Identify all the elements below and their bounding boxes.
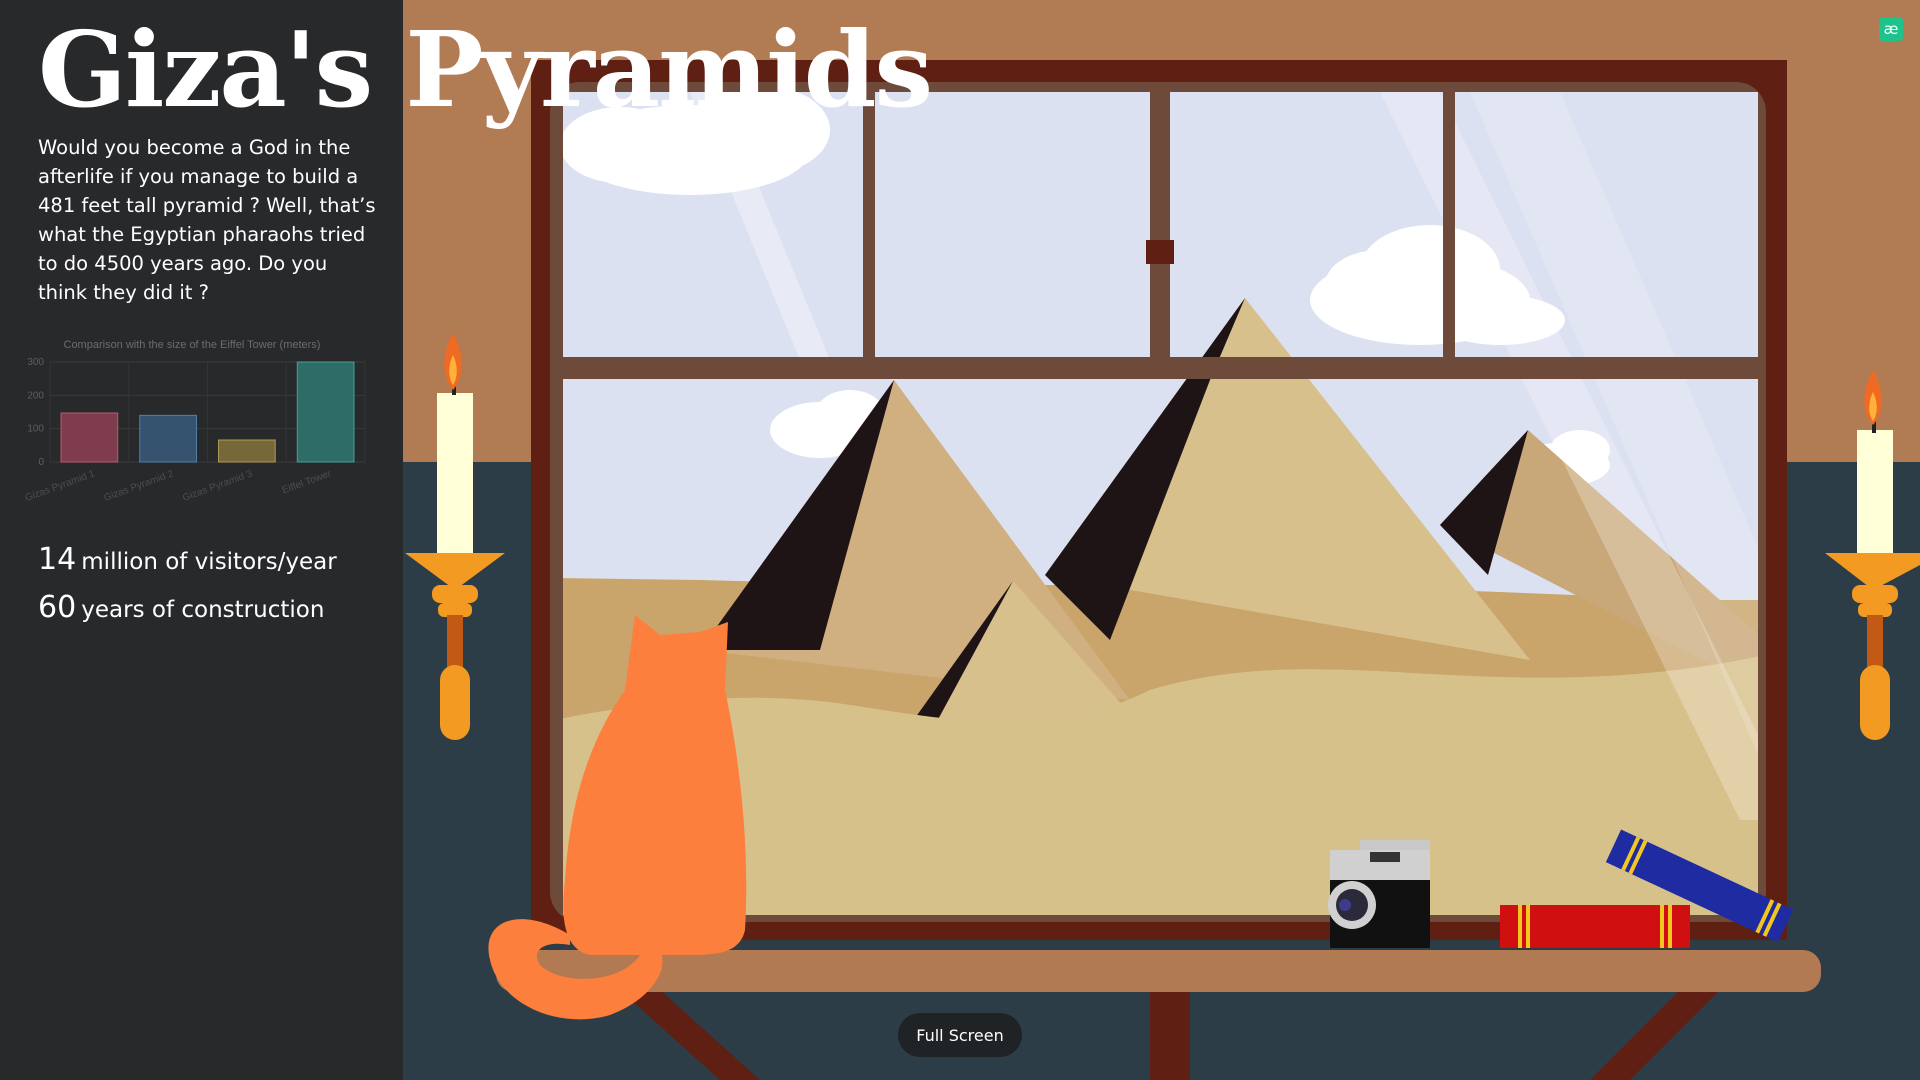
- page-title: Giza's Pyramids: [38, 8, 933, 131]
- chart-x-tick-label: Gizas Pyramid 3: [181, 468, 254, 504]
- chart-y-tick-label: 300: [27, 357, 44, 368]
- red-book-icon: [1500, 905, 1690, 948]
- camera-icon: [1328, 840, 1430, 948]
- window-shelf: [496, 950, 1821, 992]
- stat-visitors-label: million of visitors/year: [81, 549, 337, 575]
- chart-x-tick-label: Gizas Pyramid 2: [102, 468, 175, 504]
- stat-construction: 60 years of construction: [38, 590, 324, 625]
- page-root: Giza's Pyramids Would you become a God i…: [0, 0, 1920, 1080]
- stat-construction-value: 60: [38, 590, 77, 625]
- chart-y-tick-label: 100: [27, 424, 44, 435]
- chart-y-tick-label: 200: [27, 390, 44, 401]
- chart-x-tick-label: Gizas Pyramid 1: [24, 468, 97, 504]
- chart-bar: [139, 414, 197, 463]
- stat-visitors-value: 14: [38, 542, 77, 577]
- chart-y-tick-label: 0: [38, 457, 44, 468]
- window-latch: [1146, 240, 1174, 264]
- chart-bar: [218, 439, 276, 463]
- stat-construction-label: years of construction: [81, 597, 325, 623]
- window-view: [563, 92, 1758, 915]
- chart-bar: [296, 361, 355, 463]
- chart-title: Comparison with the size of the Eiffel T…: [64, 339, 321, 351]
- fullscreen-button[interactable]: Full Screen: [898, 1013, 1022, 1057]
- height-comparison-chart: Comparison with the size of the Eiffel T…: [24, 339, 366, 504]
- chart-x-labels: Gizas Pyramid 1 Gizas Pyramid 2 Gizas Pyra…: [24, 468, 334, 504]
- brand-logo-icon[interactable]: æ: [1879, 17, 1903, 41]
- chart-bar: [60, 412, 119, 463]
- stat-visitors: 14 million of visitors/year: [38, 542, 337, 577]
- intro-text: Would you become a God in the afterlife …: [38, 136, 376, 304]
- chart-y-ticks: 0 100 200 300: [27, 357, 44, 468]
- chart-x-tick-label: Eiffel Tower: [281, 468, 334, 496]
